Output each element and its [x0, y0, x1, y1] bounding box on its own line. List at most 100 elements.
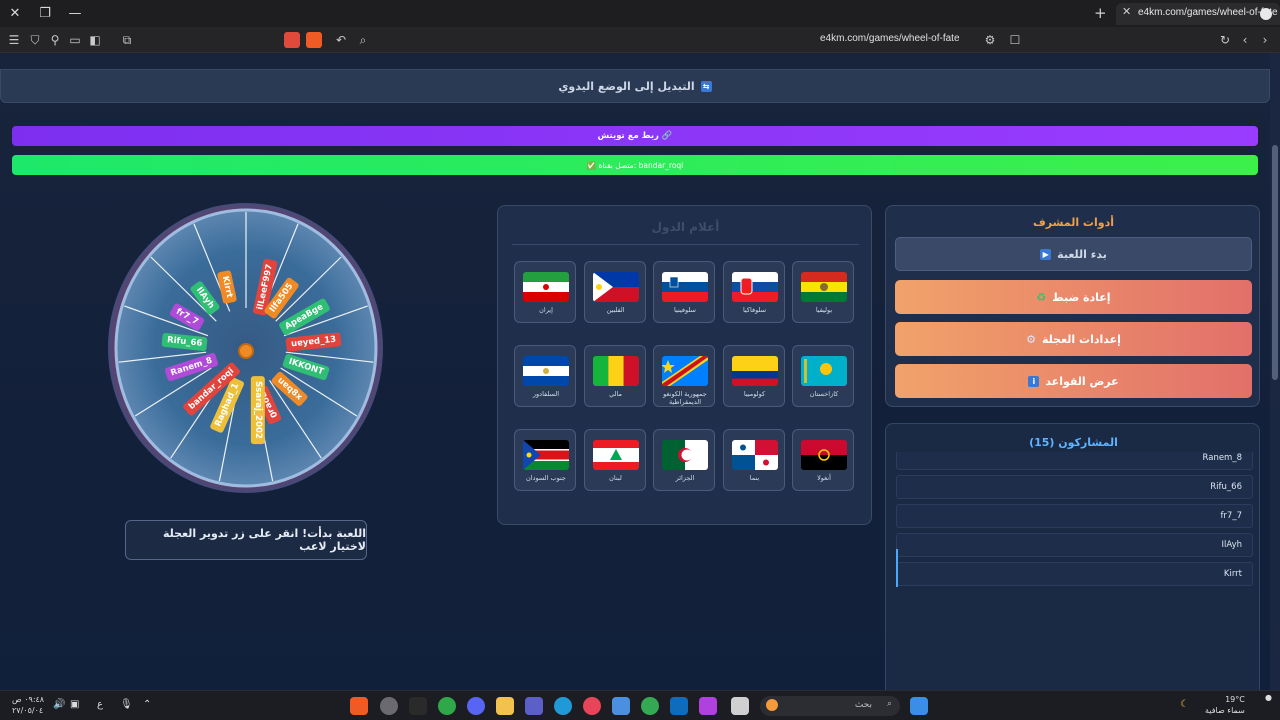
flag-image [662, 272, 708, 302]
flag-image [592, 272, 639, 302]
brave-shield-icon[interactable] [306, 32, 322, 48]
start-menu-icon[interactable] [910, 697, 928, 715]
admin-tools-panel: أدوات المشرف بدء اللعبة ▶ إعادة ضبط ♻ إع… [885, 205, 1260, 407]
restore-window-icon[interactable]: ❐ [35, 4, 55, 24]
flag-card[interactable]: كازاخستان [792, 345, 854, 407]
outlook-app-icon[interactable] [670, 697, 688, 715]
flag-card[interactable]: أنغولا [792, 429, 854, 491]
flag-card[interactable]: الفلبين [583, 261, 646, 323]
flag-card[interactable]: جنوب السودان [514, 429, 576, 491]
status-text: اللعبة بدأت! انقر على زر تدوير العجلة لا… [162, 527, 366, 553]
network-icon[interactable]: ▣ [70, 699, 79, 710]
flag-card[interactable]: سلوفاكيا [722, 261, 785, 323]
shield-icon[interactable]: ⛉ [26, 31, 44, 49]
wheel-settings-button[interactable]: إعدادات العجلة ⚙ [895, 322, 1252, 356]
start-game-label: بدء اللعبة [1057, 247, 1107, 261]
close-window-icon[interactable]: ✕ [5, 4, 25, 24]
obs-app-icon[interactable] [380, 697, 398, 715]
participant-row[interactable]: Kirrt [896, 562, 1253, 586]
page-scrollbar-thumb[interactable] [1272, 145, 1278, 380]
epic-games-icon[interactable] [409, 697, 427, 715]
flag-card[interactable]: مالي [583, 345, 646, 407]
flag-name: الجزائر [675, 474, 695, 482]
flag-image [523, 272, 569, 302]
teams-app-icon[interactable] [525, 697, 543, 715]
twitch-connect-button[interactable]: ربط مع تويتش 🔗 [12, 126, 1258, 146]
menu-icon[interactable]: ☰ [5, 31, 23, 49]
taskbar-search[interactable]: بحث ⌕ [760, 696, 900, 716]
xbox-app-icon[interactable] [438, 697, 456, 715]
music-app-icon[interactable] [583, 697, 601, 715]
flag-card[interactable]: بوليفيا [792, 261, 854, 323]
connected-label: ✅ متصل بقناة: bandar_roqi [586, 160, 684, 170]
share-icon[interactable]: ↶ [332, 31, 350, 49]
flag-name: بنما [749, 474, 760, 482]
tabs-icon[interactable]: ▭ [66, 31, 84, 49]
reload-icon[interactable]: ↻ [1216, 31, 1234, 49]
minimize-window-icon[interactable]: — [65, 4, 85, 24]
browser-tab[interactable]: ✕ e4km.com/games/wheel-of-fate [1116, 3, 1280, 25]
back-icon[interactable]: ‹ [1236, 31, 1254, 49]
flag-name: سلوفينيا [674, 306, 696, 314]
participant-row[interactable]: fr7_7 [896, 504, 1253, 528]
language-indicator[interactable]: ع [97, 699, 103, 710]
pin-icon[interactable]: ⚲ [46, 31, 64, 49]
notepad-app-icon[interactable] [731, 697, 749, 715]
discord-app-icon[interactable] [467, 697, 485, 715]
flag-card[interactable]: كولومبيا [722, 345, 785, 407]
participant-row[interactable]: IlAyh [896, 533, 1253, 557]
flag-card[interactable]: إيران [514, 261, 576, 323]
flag-image [662, 440, 708, 470]
microphone-icon[interactable]: 🎙 [120, 699, 133, 710]
reset-button[interactable]: إعادة ضبط ♻ [895, 280, 1252, 314]
edge-app-icon[interactable] [554, 697, 572, 715]
site-settings-icon[interactable]: ⚙ [981, 31, 999, 49]
notification-icon[interactable]: ● [1265, 693, 1272, 702]
flag-image [731, 356, 778, 386]
participant-row[interactable]: Ranem_8 [896, 452, 1253, 470]
flags-panel-title: أعلام الدول [651, 220, 720, 234]
fate-wheel[interactable]: ilLeeF997 Ilfa505 ApeaBge uɐyɐd_13 IKKONT uɐq… [108, 203, 383, 493]
twitch-label: ربط مع تويتش 🔗 [597, 131, 673, 141]
notification-badge-icon[interactable] [284, 32, 300, 48]
start-game-button[interactable]: بدء اللعبة ▶ [895, 237, 1252, 271]
flag-card[interactable]: جمهورية الكونغو الديمقراطية [653, 345, 715, 407]
flag-name: السلفادور [532, 390, 560, 398]
new-tab-button[interactable]: + [1094, 4, 1107, 22]
flag-image [662, 356, 708, 386]
bookmark-icon[interactable]: ☐ [1006, 31, 1024, 49]
flag-card[interactable]: بنما [722, 429, 785, 491]
show-rules-button[interactable]: عرض القواعد i [895, 364, 1252, 398]
flag-image [801, 440, 847, 470]
sidebar-icon[interactable]: ◧ [86, 31, 104, 49]
flag-name: جنوب السودان [526, 474, 566, 482]
manual-mode-button[interactable]: التبديل إلى الوضع اليدوي ⇆ [0, 69, 1270, 103]
game-status-message: اللعبة بدأت! انقر على زر تدوير العجلة لا… [125, 520, 367, 560]
address-bar[interactable]: e4km.com/games/wheel-of-fate [820, 33, 960, 44]
participants-list[interactable]: Ranem_8 Rifu_66 fr7_7 IlAyh Kirrt [896, 452, 1253, 587]
tray-expand-icon[interactable]: ⌃ [143, 699, 151, 710]
gear-icon: ⚙ [1026, 332, 1036, 346]
tab-close-icon[interactable]: ✕ [1122, 5, 1131, 18]
reset-label: إعادة ضبط [1052, 290, 1111, 304]
copilot-app-icon[interactable] [699, 697, 717, 715]
search-icon[interactable]: ⌕ [354, 31, 372, 49]
flag-card[interactable]: السلفادور [514, 345, 576, 407]
flag-card[interactable]: الجزائر [653, 429, 715, 491]
forward-icon[interactable]: › [1256, 31, 1274, 49]
brave-app-icon[interactable] [350, 697, 368, 715]
flag-card[interactable]: سلوفينيا [653, 261, 715, 323]
clock-date: ٢٧/٠٥/٠٤ [12, 706, 44, 715]
chrome-app-icon[interactable] [641, 697, 659, 715]
taskbar-clock[interactable]: ٠٩:٤٨ ص ٢٧/٠٥/٠٤ [12, 694, 44, 716]
flag-card[interactable]: لبنان [583, 429, 646, 491]
show-rules-label: عرض القواعد [1045, 374, 1119, 388]
flag-name: لبنان [609, 474, 622, 482]
file-explorer-icon[interactable] [496, 697, 514, 715]
screenshot-icon[interactable]: ⧉ [118, 31, 136, 49]
store-app-icon[interactable] [612, 697, 630, 715]
participant-row[interactable]: Rifu_66 [896, 475, 1253, 499]
volume-icon[interactable]: 🔊 [53, 699, 65, 710]
list-scroll-indicator[interactable] [896, 549, 898, 587]
weather-widget[interactable]: 19°C سماء صافية [1205, 694, 1245, 716]
